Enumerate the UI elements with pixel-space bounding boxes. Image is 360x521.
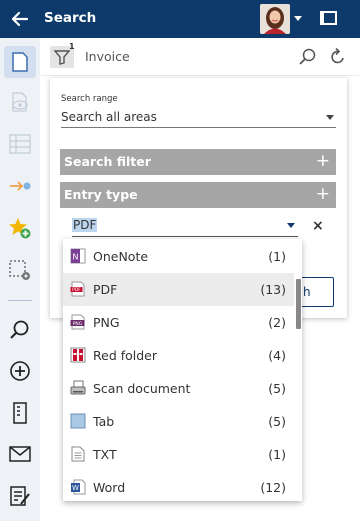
chevron-down-icon <box>287 223 295 228</box>
avatar-dropdown-icon[interactable] <box>294 16 302 21</box>
list-item[interactable]: TXT (1) <box>63 438 294 471</box>
clear-icon[interactable]: × <box>312 218 324 234</box>
svg-text:W: W <box>72 484 79 492</box>
list-item[interactable]: Tab (5) <box>63 405 294 438</box>
list-item-count: (1) <box>268 447 286 462</box>
list-item-label: Red folder <box>93 348 158 363</box>
back-arrow-icon[interactable] <box>9 8 31 30</box>
list-item-label: Scan document <box>93 381 191 396</box>
list-item-label: TXT <box>93 447 117 462</box>
list-item-count: (12) <box>260 480 286 495</box>
list-item[interactable]: PNG PNG (2) <box>63 306 294 339</box>
plus-icon[interactable]: + <box>316 151 330 171</box>
entry-type-title: Entry type <box>64 187 138 202</box>
sidebar-search-icon[interactable] <box>4 314 36 346</box>
search-button-label: h <box>303 285 311 299</box>
pdf-icon: PDF <box>70 281 86 297</box>
svg-text:PDF: PDF <box>72 287 81 293</box>
list-item[interactable]: PDF PDF (13) <box>63 273 294 306</box>
txt-icon <box>70 446 86 462</box>
page-title: Search <box>44 10 97 26</box>
svg-text:N: N <box>73 253 79 262</box>
png-icon: PNG <box>70 314 86 330</box>
search-range-select[interactable]: Search all areas <box>61 108 336 128</box>
entry-type-select[interactable]: PDF <box>72 215 298 237</box>
search-query-text[interactable]: Invoice <box>85 49 130 64</box>
sidebar-folder-icon[interactable] <box>4 397 36 429</box>
list-item[interactable]: W Word (12) <box>63 471 294 504</box>
list-item-label: PNG <box>93 315 120 330</box>
sidebar-divider <box>8 300 32 301</box>
plus-icon[interactable]: + <box>316 184 330 204</box>
list-item-count: (13) <box>260 282 286 297</box>
list-item-count: (1) <box>268 249 286 264</box>
search-filter-title: Search filter <box>64 154 151 169</box>
window-toggle-icon[interactable] <box>320 11 337 25</box>
list-item-label: Tab <box>93 414 115 429</box>
svg-text:PNG: PNG <box>73 321 83 327</box>
sidebar-workflow-icon[interactable] <box>4 170 36 202</box>
app-header: Search <box>0 0 360 38</box>
sidebar-scan-settings-icon[interactable] <box>4 254 36 286</box>
list-item-label: OneNote <box>93 249 149 264</box>
dropdown-scrollbar[interactable] <box>296 279 301 329</box>
user-avatar[interactable] <box>260 4 290 34</box>
list-item-count: (5) <box>268 414 286 429</box>
sidebar <box>0 38 40 521</box>
red-folder-icon <box>70 347 86 363</box>
search-range-value: Search all areas <box>61 110 157 124</box>
entry-type-section[interactable]: Entry type + <box>60 182 336 208</box>
chevron-down-icon <box>326 115 334 120</box>
tab-icon <box>70 413 86 429</box>
list-item[interactable]: N OneNote (1) <box>63 240 294 273</box>
list-item[interactable]: Red folder (4) <box>63 339 294 372</box>
search-range-label: Search range <box>61 94 118 104</box>
list-item-count: (2) <box>268 315 286 330</box>
search-filter-section[interactable]: Search filter + <box>60 149 336 175</box>
search-bar: 1 Invoice <box>40 38 360 76</box>
filter-count-badge: 1 <box>69 42 75 51</box>
word-icon: W <box>70 479 86 495</box>
list-item-count: (5) <box>268 381 286 396</box>
sidebar-document-icon[interactable] <box>4 46 36 78</box>
sidebar-new-icon[interactable] <box>4 355 36 387</box>
entry-type-value: PDF <box>72 218 98 232</box>
sidebar-mail-icon[interactable] <box>4 438 36 470</box>
reset-icon[interactable] <box>328 47 348 71</box>
sidebar-edit-list-icon[interactable] <box>4 480 36 512</box>
scan-document-icon <box>70 380 86 396</box>
sidebar-favorite-add-icon[interactable] <box>4 212 36 244</box>
onenote-icon: N <box>70 248 86 264</box>
list-item-label: PDF <box>93 282 118 297</box>
list-item-label: Word <box>93 480 126 495</box>
search-icon[interactable] <box>298 47 318 71</box>
entry-type-dropdown: N OneNote (1) PDF PDF (13) PNG PNG (2) R… <box>63 239 302 501</box>
list-item-count: (4) <box>268 348 286 363</box>
list-item[interactable]: Scan document (5) <box>63 372 294 405</box>
sidebar-list-icon[interactable] <box>4 128 36 160</box>
sidebar-preview-icon[interactable] <box>4 86 36 118</box>
